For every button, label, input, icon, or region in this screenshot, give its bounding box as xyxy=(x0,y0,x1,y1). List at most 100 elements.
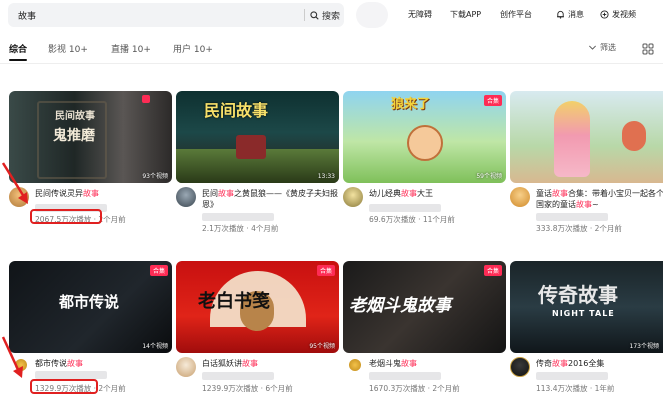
uploader-avatar[interactable] xyxy=(349,359,361,371)
search-button-label: 搜索 xyxy=(322,11,341,22)
search-button[interactable]: 搜索 xyxy=(310,8,340,22)
title-keyword: 故事 xyxy=(552,189,568,198)
scene-house xyxy=(236,135,266,159)
thumbnail-title: 都市传说 xyxy=(59,293,120,311)
video-thumbnail[interactable]: 传奇故事 NIGHT TALE 173个视频 xyxy=(510,261,663,353)
tabs-divider xyxy=(0,63,663,64)
messages-link[interactable]: 消息 xyxy=(556,9,584,20)
video-thumbnail[interactable]: 老烟斗鬼故事 合集 xyxy=(343,261,506,353)
video-thumbnail[interactable]: 都市传说 合集 14个视频 xyxy=(9,261,172,353)
video-title[interactable]: 幼儿经典故事大王 xyxy=(369,188,509,199)
video-title[interactable]: 童话故事合集：带着小宝贝一起各个国家的童话故事~ xyxy=(536,188,663,210)
thumbnail-title: 民间故事 xyxy=(204,101,269,120)
title-text-end: ~ xyxy=(592,200,599,209)
creator-platform-label: 创作平台 xyxy=(500,10,532,19)
publish-time: 11个月前 xyxy=(422,215,455,224)
uploader-name-blurred xyxy=(202,213,274,221)
uploader-name-blurred xyxy=(536,213,608,221)
red-arrow-icon xyxy=(1,336,23,378)
creator-platform-link[interactable]: 创作平台 xyxy=(500,9,532,20)
messages-label: 消息 xyxy=(568,10,584,19)
collection-badge: 合集 xyxy=(483,265,502,276)
thumbnail-title: 狼来了 xyxy=(391,97,431,112)
uploader-avatar[interactable] xyxy=(176,357,196,377)
download-app-link[interactable]: 下载APP xyxy=(450,9,481,20)
video-meta: 69.6万次播放 · 11个月前 xyxy=(369,215,455,224)
video-card[interactable]: 老白书笺 合集 95个视频 白话狐妖讲故事 1239.9万次播放 · 6个月前 xyxy=(176,261,339,411)
video-card[interactable]: 老烟斗鬼故事 合集 老烟斗鬼故事 1670.3万次播放 · 2个月前 xyxy=(343,261,506,411)
uploader-avatar[interactable] xyxy=(510,187,530,207)
video-title[interactable]: 民间故事之黄鼠狼——《黄皮子夫妇报恩》 xyxy=(202,188,342,210)
uploader-avatar[interactable] xyxy=(176,187,196,207)
video-title[interactable]: 老烟斗鬼故事 xyxy=(369,358,509,369)
video-meta: 113.4万次播放 · 1年前 xyxy=(536,384,615,393)
thumbnail-title: 老白书笺 xyxy=(198,291,270,312)
title-keyword: 故事 xyxy=(401,359,417,368)
search-box: 搜索 xyxy=(8,3,344,27)
title-text: 童话 xyxy=(536,189,552,198)
video-thumbnail[interactable]: 民间故事 13:33 xyxy=(176,91,339,183)
video-thumbnail[interactable] xyxy=(510,91,663,183)
uploader-name-blurred xyxy=(536,372,608,380)
tab-users[interactable]: 用户 10+ xyxy=(173,42,213,55)
play-count: 2.1万次播放 xyxy=(202,224,244,233)
title-text: 都市传说 xyxy=(35,359,67,368)
search-icon xyxy=(310,10,319,20)
video-count: 14个视频 xyxy=(142,343,168,350)
filter-button[interactable]: 筛选 xyxy=(588,42,616,53)
video-card[interactable]: 童话故事合集：带着小宝贝一起各个国家的童话故事~ 333.8万次播放 · 2个月… xyxy=(510,91,663,241)
uploader-name-blurred xyxy=(35,371,107,379)
filter-icon xyxy=(589,45,596,50)
video-thumbnail[interactable]: 狼来了 合集 59个视频 xyxy=(343,91,506,183)
publish-time: 2个月前 xyxy=(432,384,460,393)
video-count: 93个视频 xyxy=(142,173,168,180)
thumbnail-title: 民间故事 xyxy=(55,111,95,122)
blurred-avatar xyxy=(356,2,388,28)
play-count: 113.4万次播放 xyxy=(536,384,588,393)
active-tab-indicator xyxy=(9,59,27,61)
video-meta: 1670.3万次播放 · 2个月前 xyxy=(369,384,460,393)
top-bar: 搜索 无障碍 下载APP 创作平台 消息 发视频 xyxy=(0,0,663,30)
plus-circle-icon xyxy=(600,10,609,19)
accessibility-link[interactable]: 无障碍 xyxy=(408,9,432,20)
bell-icon xyxy=(557,10,564,19)
video-title[interactable]: 都市传说故事 xyxy=(35,358,175,369)
video-meta: 2.1万次播放 · 4个月前 xyxy=(202,224,279,233)
tab-movies[interactable]: 影视 10+ xyxy=(48,42,88,55)
video-card[interactable]: 狼来了 合集 59个视频 幼儿经典故事大王 69.6万次播放 · 11个月前 xyxy=(343,91,506,241)
search-divider xyxy=(304,9,305,21)
uploader-avatar[interactable] xyxy=(343,187,363,207)
video-card[interactable]: 民间故事 13:33 民间故事之黄鼠狼——《黄皮子夫妇报恩》 2.1万次播放 ·… xyxy=(176,91,339,241)
video-title[interactable]: 民间传说灵异故事 xyxy=(35,188,175,199)
uploader-avatar[interactable] xyxy=(510,357,530,377)
uploader-name-blurred xyxy=(369,372,441,380)
publish-video-link[interactable]: 发视频 xyxy=(600,9,636,20)
publish-time: 2个月前 xyxy=(98,215,126,224)
accessibility-label: 无障碍 xyxy=(408,10,432,19)
publish-video-label: 发视频 xyxy=(612,10,636,19)
title-keyword: 故事 xyxy=(242,359,258,368)
title-text-end: 大王 xyxy=(417,189,433,198)
title-text-end: 2016全集 xyxy=(568,359,605,368)
tab-live[interactable]: 直播 10+ xyxy=(111,42,151,55)
tab-comprehensive[interactable]: 综合 xyxy=(9,42,27,55)
video-card[interactable]: 传奇故事 NIGHT TALE 173个视频 传奇故事2016全集 113.4万… xyxy=(510,261,663,411)
video-title[interactable]: 传奇故事2016全集 xyxy=(536,358,663,369)
video-title[interactable]: 白话狐妖讲故事 xyxy=(202,358,342,369)
video-thumbnail[interactable]: 老白书笺 合集 95个视频 xyxy=(176,261,339,353)
title-keyword: 故事 xyxy=(83,189,99,198)
grid-view-toggle[interactable] xyxy=(642,40,654,59)
search-input[interactable] xyxy=(18,7,288,23)
video-duration: 13:33 xyxy=(317,173,335,180)
title-text: 民间 xyxy=(202,189,218,198)
thumbnail-subtitle: 鬼推磨 xyxy=(53,128,95,144)
play-count: 1670.3万次播放 xyxy=(369,384,426,393)
title-text: 老烟斗鬼 xyxy=(369,359,401,368)
uploader-name-blurred xyxy=(369,204,441,212)
title-keyword: 故事 xyxy=(401,189,417,198)
title-keyword-2: 故事 xyxy=(576,200,592,209)
thumbnail-title: 传奇故事 xyxy=(538,283,618,307)
video-thumbnail[interactable]: 民间故事 鬼推磨 93个视频 xyxy=(9,91,172,183)
video-meta: 333.8万次播放 · 2个月前 xyxy=(536,224,622,233)
publish-time: 2个月前 xyxy=(98,384,126,393)
